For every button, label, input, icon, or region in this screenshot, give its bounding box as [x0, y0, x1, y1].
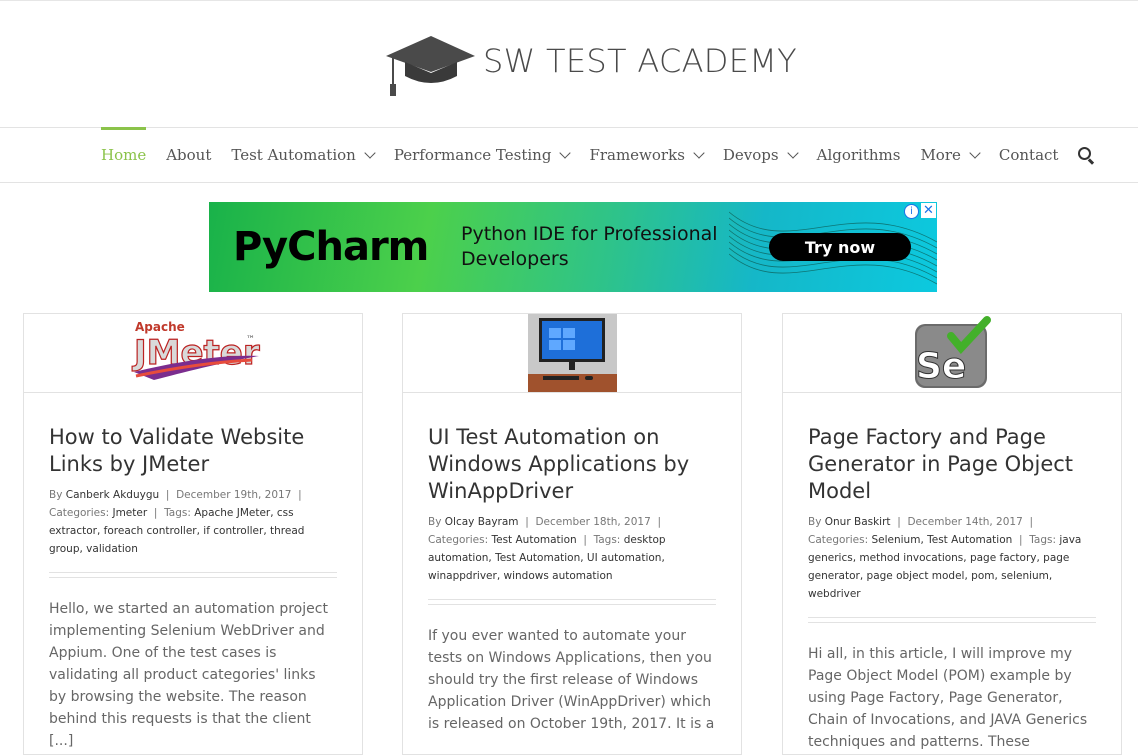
by-label: By [428, 516, 442, 528]
by-label: By [49, 489, 63, 501]
post-thumbnail[interactable]: Apache JMeter ™ [24, 314, 362, 393]
nav-item-home[interactable]: Home [101, 127, 147, 182]
site-header: SW TEST ACADEMY [0, 0, 1138, 128]
post-title[interactable]: UI Test Automation on Windows Applicatio… [428, 424, 716, 505]
tags-label: Tags: [593, 534, 621, 546]
logo-small-text: Apache [135, 320, 185, 334]
logo-tm-text: ™ [246, 335, 255, 345]
nav-label: Test Automation [231, 146, 356, 164]
post-thumbnail[interactable] [403, 314, 741, 393]
chevron-down-icon [693, 146, 705, 159]
tags-label: Tags: [1029, 534, 1056, 546]
nav-label: Home [101, 146, 147, 164]
by-label: By [808, 516, 822, 528]
site-logo[interactable]: SW TEST ACADEMY [383, 31, 797, 99]
post-date: December 19th, 2017 [176, 489, 292, 501]
post-categories[interactable]: Selenium, Test Automation [871, 534, 1012, 546]
nav-label: Devops [722, 146, 779, 164]
post-card: Apache JMeter ™ How to Validate Website … [23, 313, 363, 755]
post-excerpt: If you ever wanted to automate your test… [428, 628, 715, 732]
nav-label: Frameworks [589, 146, 685, 164]
divider [428, 599, 716, 605]
chevron-down-icon [364, 146, 376, 159]
post-date: December 18th, 2017 [535, 516, 651, 528]
post-title[interactable]: Page Factory and Page Generator in Page … [808, 424, 1096, 505]
nav-item-devops[interactable]: Devops [722, 128, 799, 182]
post-meta: By Canberk Akduygu | December 19th, 2017… [49, 489, 305, 555]
nav-item-frameworks[interactable]: Frameworks [589, 128, 705, 182]
post-excerpt: Hello, we started an automation project … [49, 601, 328, 749]
selenium-logo-icon: Se [915, 316, 991, 388]
post-author[interactable]: Onur Baskirt [825, 516, 891, 528]
main-nav: Home About Test Automation Performance T… [0, 127, 1138, 183]
close-icon[interactable]: ✕ [921, 203, 936, 218]
chevron-down-icon [786, 146, 799, 159]
nav-item-test-automation[interactable]: Test Automation [231, 128, 376, 182]
site-title: SW TEST ACADEMY [483, 42, 797, 80]
search-button[interactable] [1078, 128, 1094, 182]
ad-tagline: Python IDE for Professional Developers [461, 223, 718, 270]
post-categories[interactable]: Test Automation [491, 534, 576, 546]
post-author[interactable]: Canberk Akduygu [66, 489, 159, 501]
nav-item-about[interactable]: About [166, 128, 211, 182]
post-date: December 14th, 2017 [907, 516, 1023, 528]
post-meta: By Onur Baskirt | December 14th, 2017 | … [808, 516, 1082, 600]
post-card: UI Test Automation on Windows Applicatio… [402, 313, 742, 755]
graduation-cap-icon [386, 36, 475, 96]
post-card: Se Page Factory and Page Generator in Pa… [782, 313, 1122, 755]
chevron-down-icon [559, 146, 572, 159]
ad-banner[interactable]: PyCharm Python IDE for Professional Deve… [209, 202, 937, 292]
divider [49, 572, 337, 578]
nav-item-more[interactable]: More [920, 128, 981, 182]
nav-label: About [166, 146, 212, 164]
categories-label: Categories: [428, 534, 489, 546]
chevron-down-icon [969, 146, 981, 159]
post-thumbnail[interactable]: Se [783, 314, 1121, 393]
nav-label: Contact [998, 146, 1059, 164]
try-now-button[interactable]: Try now [769, 233, 911, 261]
post-excerpt: Hi all, in this article, I will improve … [808, 646, 1088, 750]
tags-label: Tags: [164, 507, 191, 519]
windows-desktop-photo-icon [528, 314, 617, 392]
ad-brand: PyCharm [233, 224, 429, 270]
categories-label: Categories: [808, 534, 869, 546]
post-title[interactable]: How to Validate Website Links by JMeter [49, 424, 337, 478]
post-author[interactable]: Olcay Bayram [445, 516, 519, 528]
post-categories[interactable]: Jmeter [112, 507, 147, 519]
nav-label: More [920, 146, 961, 164]
search-icon [1078, 147, 1094, 163]
nav-label: Algorithms [816, 146, 901, 164]
logo-text: Se [916, 346, 966, 387]
categories-label: Categories: [49, 507, 110, 519]
nav-item-contact[interactable]: Contact [999, 128, 1059, 182]
apache-jmeter-logo-icon: Apache JMeter ™ [131, 320, 260, 380]
post-meta: By Olcay Bayram | December 18th, 2017 | … [428, 516, 666, 582]
divider [808, 617, 1096, 623]
info-icon[interactable]: i [904, 204, 919, 219]
nav-label: Performance Testing [393, 146, 552, 164]
nav-item-algorithms[interactable]: Algorithms [817, 128, 901, 182]
nav-item-performance-testing[interactable]: Performance Testing [393, 128, 572, 182]
